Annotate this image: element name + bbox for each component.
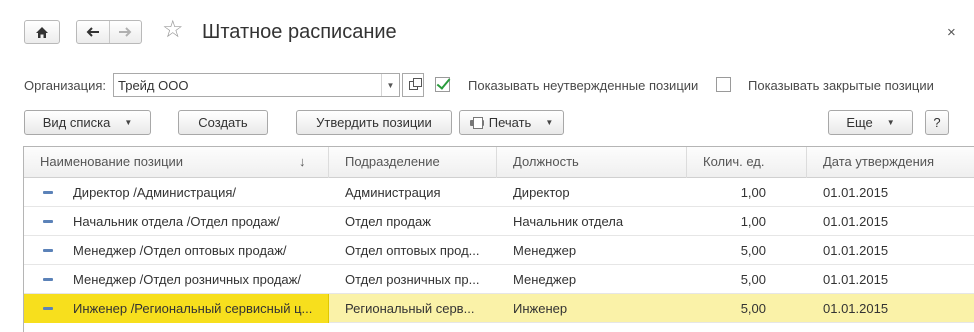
home-button[interactable] xyxy=(24,20,60,44)
arrow-right-icon xyxy=(119,27,132,37)
cell-division: Отдел розничных пр... xyxy=(345,272,480,287)
row-status-icon xyxy=(43,278,53,281)
printer-icon xyxy=(469,117,484,129)
column-header-division[interactable]: Подразделение xyxy=(329,147,497,178)
organization-field[interactable]: Трейд ООО ▼ xyxy=(113,73,400,97)
chevron-down-icon[interactable]: ▼ xyxy=(381,74,399,96)
chevron-down-icon: ▼ xyxy=(124,118,133,127)
cell-name: Директор /Администрация/ xyxy=(73,185,237,200)
back-button[interactable] xyxy=(77,21,109,43)
sort-down-icon: ↓ xyxy=(299,154,306,169)
cell-position: Директор xyxy=(513,185,570,200)
close-button[interactable]: × xyxy=(947,24,956,41)
cell-quantity: 5,00 xyxy=(740,272,766,287)
cell-position: Инженер xyxy=(513,301,568,316)
cell-division: Администрация xyxy=(345,185,441,200)
more-button[interactable]: Еще ▼ xyxy=(828,110,913,135)
cell-quantity: 1,00 xyxy=(740,214,766,229)
arrow-left-icon xyxy=(86,27,99,37)
row-status-icon xyxy=(43,220,53,223)
cell-date: 01.01.2015 xyxy=(823,214,889,229)
cell-quantity: 5,00 xyxy=(740,243,766,258)
show-unapproved-checkbox[interactable] xyxy=(435,77,450,92)
cell-name: Инженер /Региональный сервисный ц... xyxy=(73,301,313,316)
organization-value: Трейд ООО xyxy=(118,77,189,93)
cell-position: Менеджер xyxy=(513,243,577,258)
approve-positions-button[interactable]: Утвердить позиции xyxy=(296,110,452,135)
cell-division: Отдел оптовых прод... xyxy=(345,243,480,258)
navigation-group xyxy=(76,20,142,44)
row-status-icon xyxy=(43,307,53,310)
organization-label: Организация: xyxy=(24,78,107,93)
create-label: Создать xyxy=(198,115,248,130)
table-row[interactable]: Инженер /Региональный сервисный ц... Реги… xyxy=(24,294,974,323)
show-unapproved-label: Показывать неутвержденные позиции xyxy=(468,78,699,93)
view-list-button[interactable]: Вид списка ▼ xyxy=(24,110,151,135)
open-organization-button[interactable] xyxy=(402,73,424,97)
approve-label: Утвердить позиции xyxy=(316,115,432,130)
table-row[interactable]: Директор /Администрация/Администрация Дир… xyxy=(24,178,974,207)
cell-date: 01.01.2015 xyxy=(823,301,889,316)
column-header-quantity[interactable]: Колич. ед. xyxy=(687,147,807,178)
view-list-label: Вид списка xyxy=(42,115,111,130)
column-header-date[interactable]: Дата утверждения xyxy=(807,147,974,178)
table-row[interactable]: Менеджер /Отдел оптовых продаж/Отдел опт… xyxy=(24,236,974,265)
home-icon xyxy=(36,26,48,38)
table-header: Наименование позиции ↓ Подразделение Дол… xyxy=(24,147,974,178)
open-window-icon xyxy=(408,77,422,90)
page-title: Штатное расписание xyxy=(202,21,397,43)
help-button[interactable]: ? xyxy=(925,110,949,135)
show-closed-label: Показывать закрытые позиции xyxy=(748,78,934,93)
help-label: ? xyxy=(933,115,941,130)
print-label: Печать xyxy=(488,115,532,130)
row-status-icon xyxy=(43,191,53,194)
cell-quantity: 5,00 xyxy=(740,301,766,316)
cell-name: Начальник отдела /Отдел продаж/ xyxy=(73,214,280,229)
star-icon[interactable]: ☆ xyxy=(162,18,184,42)
staffing-table[interactable]: Наименование позиции ↓ Подразделение Дол… xyxy=(23,146,974,332)
cell-name: Менеджер /Отдел розничных продаж/ xyxy=(73,272,301,287)
show-closed-checkbox[interactable] xyxy=(716,77,731,92)
create-button[interactable]: Создать xyxy=(178,110,268,135)
cell-position: Менеджер xyxy=(513,272,577,287)
chevron-down-icon: ▼ xyxy=(545,118,554,127)
chevron-down-icon: ▼ xyxy=(886,118,895,127)
cell-position: Начальник отдела xyxy=(513,214,624,229)
cell-date: 01.01.2015 xyxy=(823,272,889,287)
column-header-name[interactable]: Наименование позиции xyxy=(24,147,329,178)
cell-date: 01.01.2015 xyxy=(823,243,889,258)
cell-division: Отдел продаж xyxy=(345,214,431,229)
table-row[interactable]: Начальник отдела /Отдел продаж/Отдел про… xyxy=(24,207,974,236)
cell-date: 01.01.2015 xyxy=(823,185,889,200)
table-row[interactable]: Менеджер /Отдел розничных продаж/Отдел р… xyxy=(24,265,974,294)
more-label: Еще xyxy=(846,115,873,130)
cell-name: Менеджер /Отдел оптовых продаж/ xyxy=(73,243,287,258)
cell-quantity: 1,00 xyxy=(740,185,766,200)
print-button[interactable]: Печать ▼ xyxy=(459,110,564,135)
cell-division: Региональный серв... xyxy=(345,301,475,316)
row-status-icon xyxy=(43,249,53,252)
column-header-position[interactable]: Должность xyxy=(497,147,687,178)
forward-button[interactable] xyxy=(108,21,142,43)
